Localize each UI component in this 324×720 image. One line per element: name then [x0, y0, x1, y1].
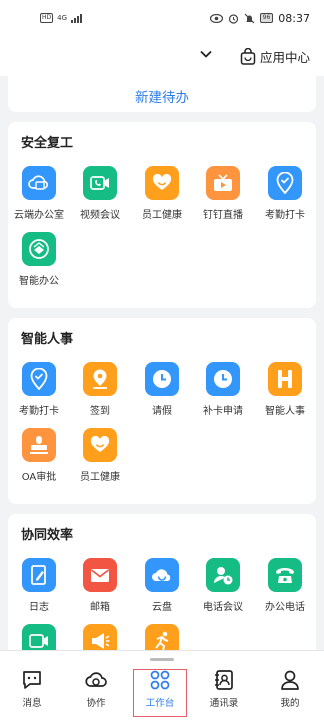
app-tile-punch-correction[interactable]: 补卡申请	[192, 362, 254, 417]
app-tile-video-meeting[interactable]: 视频会议	[69, 166, 131, 221]
app-tile-label: 智能人事	[265, 406, 305, 417]
section-smart-hr: 智能人事 考勤打卡 签到 请假 补卡申请 智能人事 OA审批 员工健康	[8, 318, 316, 504]
tab-label: 消息	[22, 698, 42, 709]
cloud-disk-icon	[152, 569, 171, 581]
network-label: 4G	[57, 14, 68, 22]
app-tile-label: 智能办公	[19, 276, 59, 287]
heart-icon	[152, 174, 172, 190]
app-tile-checkin[interactable]: 签到	[69, 362, 131, 417]
video-meeting-icon	[90, 176, 109, 190]
tab-label: 协作	[86, 698, 106, 709]
section-collaboration: 协同效率 日志 邮箱 云盘 电话会议 办公电话	[8, 514, 316, 650]
location-icon	[276, 172, 294, 194]
clock: 08:37	[278, 11, 310, 25]
message-icon	[23, 671, 41, 689]
app-center-button[interactable]: 应用中心	[240, 47, 310, 66]
app-tile-label: 签到	[90, 406, 110, 417]
app-tile-attendance[interactable]: 考勤打卡	[254, 166, 316, 221]
app-tile-conference-call[interactable]: 电话会议	[192, 558, 254, 613]
section-title: 协同效率	[21, 528, 74, 543]
app-tile-label: 日志	[29, 602, 49, 613]
app-tile-sports[interactable]	[131, 624, 193, 650]
workbench-content[interactable]: 新建待办 安全复工 云端办公室 视频会议 员工健康 钉钉直播 考勤打卡 智能办公	[0, 76, 324, 650]
app-tile-label: 钉钉直播	[203, 210, 243, 221]
app-tile-label: OA审批	[21, 472, 57, 483]
app-tile-label: 员工健康	[80, 472, 120, 483]
eye-icon	[209, 13, 223, 23]
app-tile-employee-health[interactable]: 员工健康	[131, 166, 193, 221]
app-tile-label: 请假	[152, 406, 172, 417]
hd-badge: HD	[40, 13, 54, 23]
clock-icon	[153, 370, 171, 388]
app-tile-label: 补卡申请	[203, 406, 243, 417]
app-tile-label: 云端办公室	[14, 210, 64, 221]
runner-icon	[155, 631, 169, 650]
section-title: 安全复工	[21, 136, 74, 151]
app-tile-office-phone[interactable]: 办公电话	[254, 558, 316, 613]
profile-icon	[281, 670, 299, 690]
app-tile-leave[interactable]: 请假	[131, 362, 193, 417]
app-tile-label: 电话会议	[203, 602, 243, 613]
app-tile-label: 云盘	[152, 602, 172, 613]
app-tile-log[interactable]: 日志	[8, 558, 70, 613]
app-tile-smart-hr[interactable]: 智能人事	[254, 362, 316, 417]
app-tile-oa-approval[interactable]: OA审批	[8, 428, 70, 483]
tab-messages[interactable]: 消息	[6, 669, 58, 709]
log-icon	[31, 565, 46, 585]
video-call-icon	[29, 634, 48, 648]
stamp-icon	[30, 436, 48, 454]
app-tile-label: 员工健康	[142, 210, 182, 221]
app-tile-label: 视频会议	[80, 210, 120, 221]
app-tile-label: 考勤打卡	[265, 210, 305, 221]
app-tile-cloud-disk[interactable]: 云盘	[131, 558, 193, 613]
app-tile-cloud-office[interactable]: 云端办公室	[8, 166, 70, 221]
app-tile-label: 考勤打卡	[19, 406, 59, 417]
app-tile-label: 邮箱	[90, 602, 110, 613]
phone-icon	[276, 568, 294, 583]
conference-call-icon	[214, 567, 233, 585]
collaboration-icon	[85, 672, 107, 687]
tab-collaboration[interactable]: 协作	[70, 669, 122, 709]
chevron-down-icon[interactable]	[198, 46, 214, 62]
checkin-icon	[93, 369, 107, 389]
tab-label: 通讯录	[209, 698, 239, 709]
tab-label: 我的	[280, 698, 300, 709]
tab-contacts[interactable]: 通讯录	[198, 669, 250, 709]
signal-icon	[71, 13, 83, 23]
section-title: 智能人事	[21, 332, 74, 347]
shopping-bag-icon	[240, 47, 256, 65]
battery-indicator: 96	[259, 13, 274, 23]
megaphone-icon	[92, 633, 110, 649]
live-tv-icon	[214, 174, 232, 191]
app-center-label: 应用中心	[259, 49, 310, 65]
heart-icon	[90, 436, 110, 452]
app-tile-attendance[interactable]: 考勤打卡	[8, 362, 70, 417]
workbench-header: 应用中心	[0, 36, 324, 76]
bottom-tab-bar: 消息 协作 工作台 通讯录 我的	[0, 650, 324, 720]
app-tile-mail[interactable]: 邮箱	[69, 558, 131, 613]
app-tile-smart-office[interactable]: 智能办公	[8, 232, 70, 287]
status-bar: HD 4G 96 08:37	[0, 0, 324, 36]
app-tile-announcement[interactable]	[69, 624, 131, 650]
alarm-icon	[228, 13, 238, 24]
app-tile-video-call[interactable]	[8, 624, 70, 650]
new-todo-button[interactable]: 新建待办	[8, 76, 316, 112]
mail-icon	[90, 569, 110, 582]
smart-office-icon	[29, 239, 49, 259]
mute-bell-icon	[244, 13, 255, 23]
tab-selection-highlight	[133, 669, 187, 717]
cloud-office-icon	[28, 175, 49, 190]
drag-handle[interactable]	[150, 658, 174, 661]
new-todo-label: 新建待办	[135, 90, 189, 106]
app-tile-dingtalk-live[interactable]: 钉钉直播	[192, 166, 254, 221]
clock-icon	[214, 370, 232, 388]
app-tile-label: 办公电话	[265, 602, 305, 613]
app-tile-employee-health[interactable]: 员工健康	[69, 428, 131, 483]
section-safe-return: 安全复工 云端办公室 视频会议 员工健康 钉钉直播 考勤打卡 智能办公	[8, 122, 316, 308]
hr-icon	[278, 370, 292, 388]
location-icon	[30, 368, 48, 390]
contacts-icon	[215, 670, 233, 690]
tab-me[interactable]: 我的	[264, 669, 316, 709]
